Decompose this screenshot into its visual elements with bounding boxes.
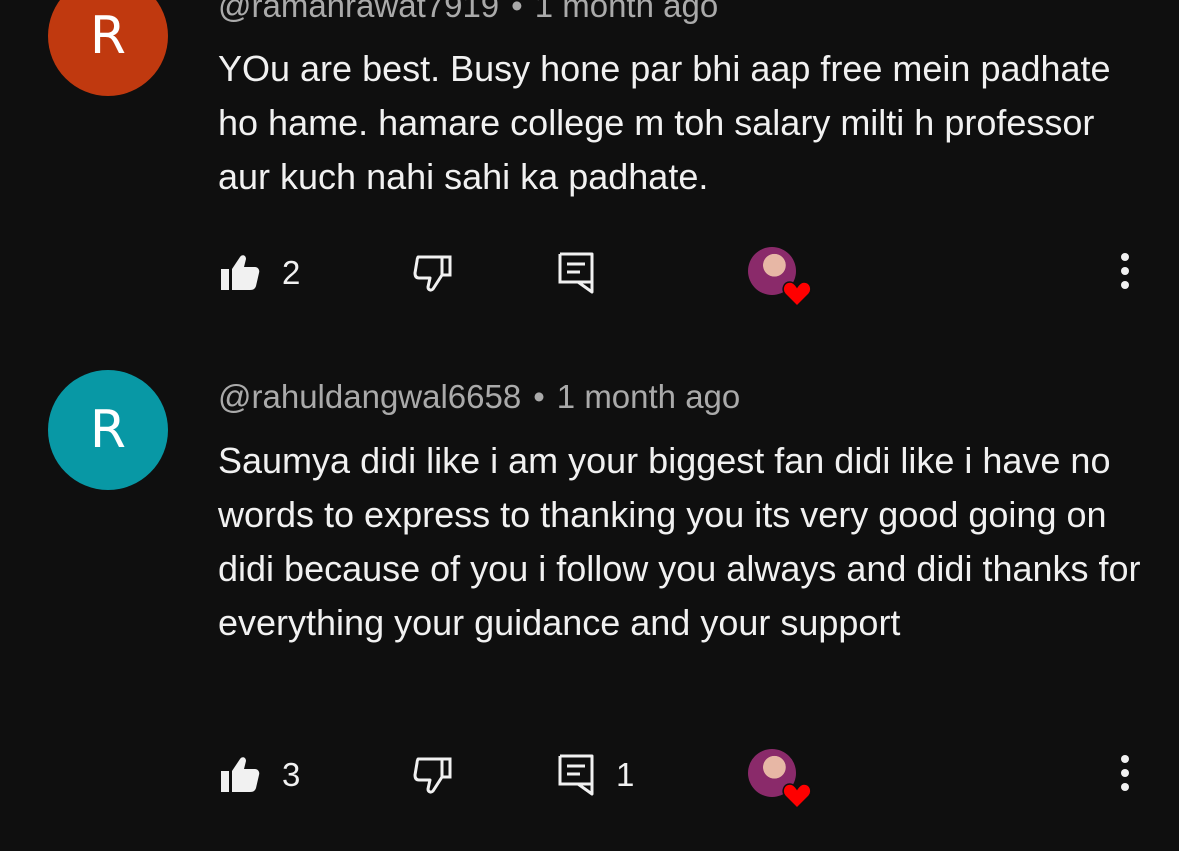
comment-actions: 3 1 [0, 745, 1179, 810]
more-options-button[interactable] [1110, 745, 1140, 805]
comment-actions: 2 [0, 243, 1179, 308]
reply-comment-icon [558, 252, 594, 294]
reply-count: 1 [616, 756, 635, 793]
reply-comment-icon [558, 754, 594, 796]
creator-heart-badge [748, 749, 812, 810]
avatar[interactable]: R [48, 370, 168, 490]
thumbs-down-icon [413, 253, 453, 293]
like-count: 3 [282, 756, 301, 793]
meta-separator: • [511, 0, 523, 24]
comment-username[interactable]: @ramanrawat7919 [218, 0, 499, 24]
more-vertical-icon [1120, 252, 1130, 294]
thumbs-down-icon [413, 755, 453, 795]
meta-separator: • [533, 378, 545, 415]
like-count: 2 [282, 254, 301, 291]
thumbs-up-icon [220, 254, 260, 292]
comment-text: Saumya didi like i am your biggest fan d… [218, 440, 1141, 643]
comment-username[interactable]: @rahuldangwal6658 [218, 378, 521, 415]
comment-meta: @rahuldangwal6658 • 1 month ago [218, 377, 740, 417]
comment-meta: @ramanrawat7919 • 1 month ago [218, 0, 718, 26]
thumbs-up-icon [220, 756, 260, 794]
more-vertical-icon [1120, 754, 1130, 796]
avatar[interactable]: R [48, 0, 168, 96]
avatar-letter: R [89, 400, 127, 460]
creator-heart-icon [782, 281, 812, 308]
creator-heart-badge [748, 247, 812, 308]
reply-button[interactable] [558, 243, 616, 303]
dislike-button[interactable] [413, 745, 453, 805]
like-button[interactable]: 2 [220, 243, 300, 303]
like-button[interactable]: 3 [220, 745, 300, 805]
more-options-button[interactable] [1110, 243, 1140, 303]
dislike-button[interactable] [413, 243, 453, 303]
creator-heart-icon [782, 783, 812, 810]
avatar-letter: R [89, 6, 127, 66]
comment-text: YOu are best. Busy hone par bhi aap free… [218, 48, 1111, 197]
comment-time[interactable]: 1 month ago [557, 378, 740, 415]
comment-time[interactable]: 1 month ago [535, 0, 718, 24]
reply-button[interactable]: 1 [558, 745, 634, 805]
